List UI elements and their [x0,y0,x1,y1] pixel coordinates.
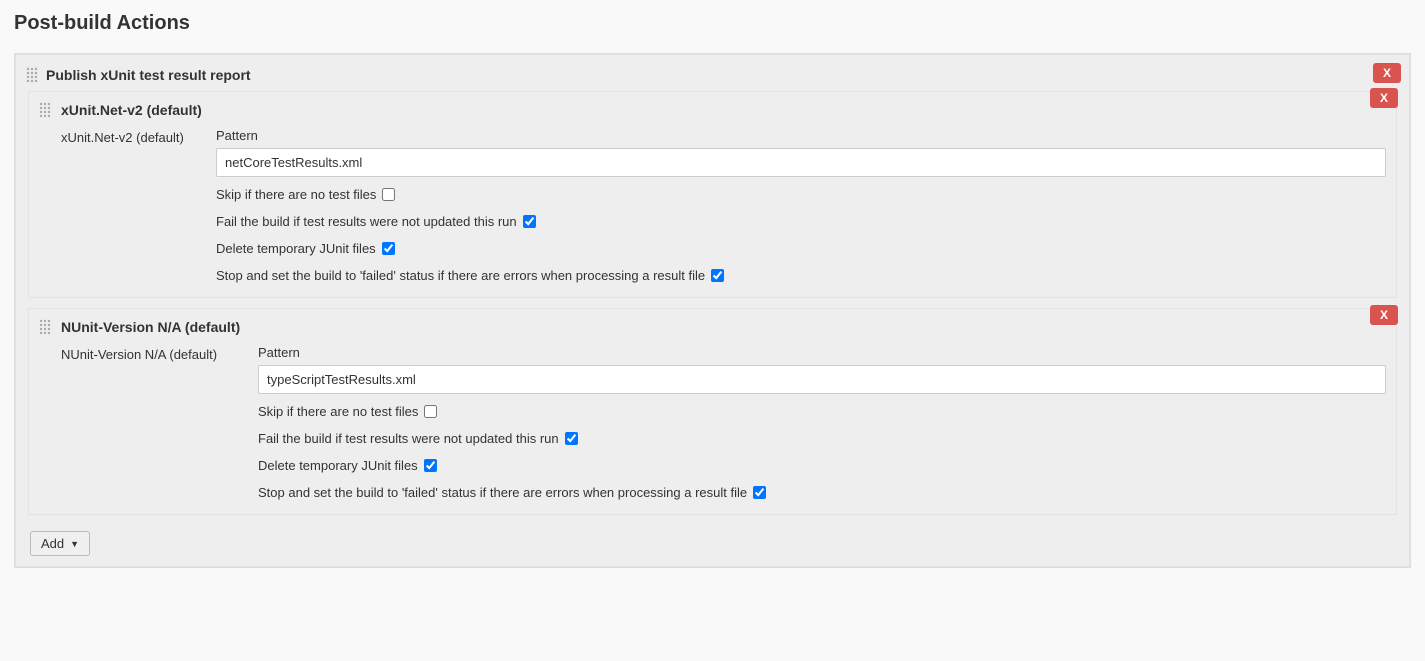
delete-junit-label: Delete temporary JUnit files [258,458,418,473]
publish-xunit-action: X Publish xUnit test result report ? X [15,54,1410,567]
fail-not-updated-checkbox[interactable] [565,432,578,445]
tool-header: NUnit-Version N/A (default) [61,319,1386,335]
caret-down-icon: ▼ [70,539,79,549]
skip-no-files-label: Skip if there are no test files [216,187,376,202]
skip-no-files-label: Skip if there are no test files [258,404,418,419]
section-title: Post-build Actions [14,12,1411,35]
fail-not-updated-label: Fail the build if test results were not … [258,431,559,446]
drag-handle-icon[interactable] [39,102,51,118]
fail-not-updated-label: Fail the build if test results were not … [216,214,517,229]
stop-on-error-checkbox[interactable] [711,269,724,282]
stop-on-error-label: Stop and set the build to 'failed' statu… [216,268,705,283]
skip-no-files-checkbox[interactable] [424,405,437,418]
tool-row-label: xUnit.Net-v2 (default) [61,128,216,283]
pattern-input[interactable] [216,148,1386,177]
drag-handle-icon[interactable] [39,319,51,335]
tool-row-label: NUnit-Version N/A (default) [61,345,258,500]
tool-header: xUnit.Net-v2 (default) [61,102,1386,118]
delete-junit-checkbox[interactable] [424,459,437,472]
delete-junit-label: Delete temporary JUnit files [216,241,376,256]
pattern-label: Pattern [258,345,1386,360]
tool-xunit-net-v2: X xUnit.Net-v2 (default) xUnit.Net-v2 (d… [28,91,1397,298]
pattern-input[interactable] [258,365,1386,394]
skip-no-files-checkbox[interactable] [382,188,395,201]
stop-on-error-label: Stop and set the build to 'failed' statu… [258,485,747,500]
stop-on-error-checkbox[interactable] [753,486,766,499]
pattern-label: Pattern [216,128,1386,143]
action-title: Publish xUnit test result report [46,67,251,83]
post-build-panel: X Publish xUnit test result report ? X [14,53,1411,568]
drag-handle-icon[interactable] [26,67,38,83]
fail-not-updated-checkbox[interactable] [523,215,536,228]
delete-junit-checkbox[interactable] [382,242,395,255]
tool-nunit: X NUnit-Version N/A (default) NUnit-Vers… [28,308,1397,515]
add-button-label: Add [41,536,64,551]
add-tool-button[interactable]: Add ▼ [30,531,90,556]
